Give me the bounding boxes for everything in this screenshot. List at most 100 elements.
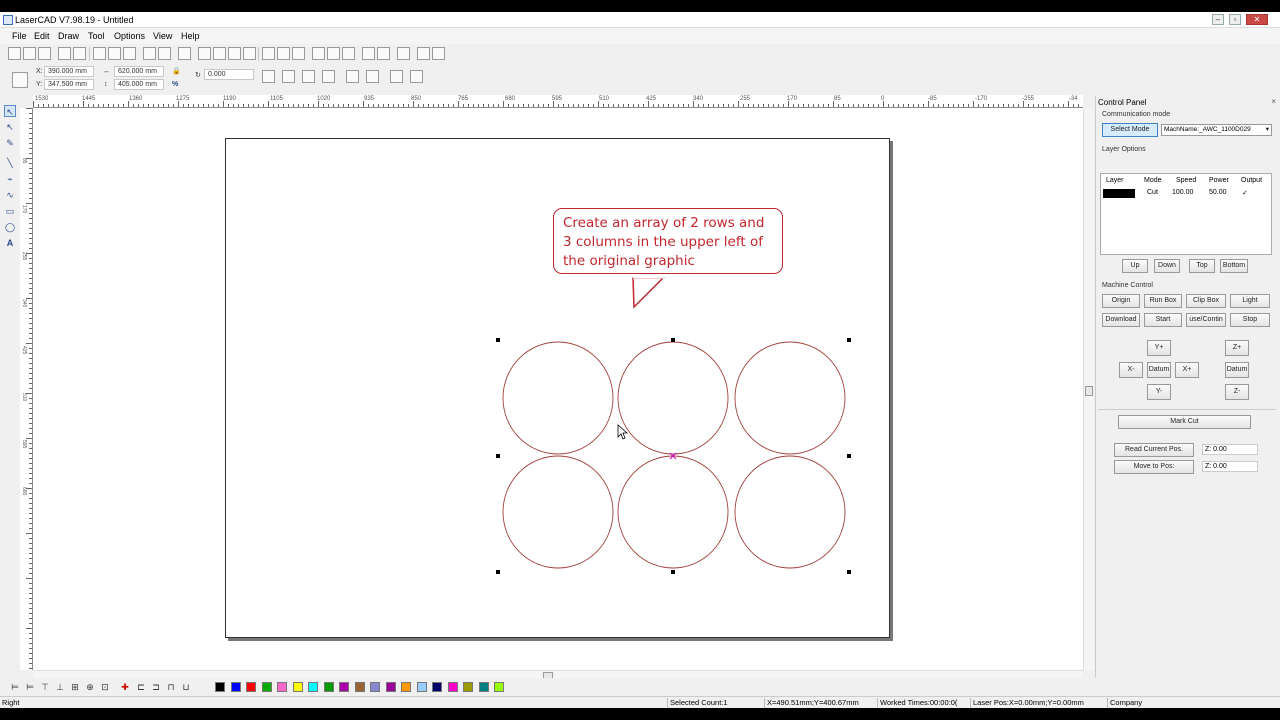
- vertical-scrollbar[interactable]: [1083, 108, 1094, 670]
- menu-help[interactable]: Help: [181, 31, 200, 41]
- menu-edit[interactable]: Edit: [34, 31, 50, 41]
- layer-power-cell[interactable]: 50.00: [1209, 189, 1227, 196]
- cut-icon[interactable]: [93, 47, 106, 60]
- circle-shape[interactable]: [734, 341, 846, 455]
- z-datum-button[interactable]: Datum: [1225, 362, 1249, 378]
- layer-mode-cell[interactable]: Cut: [1147, 189, 1158, 196]
- ellipse-icon[interactable]: ◯: [4, 221, 16, 233]
- cut-order-icon[interactable]: [377, 47, 390, 60]
- layer-bottom-button[interactable]: Bottom: [1220, 259, 1248, 273]
- selection-handle[interactable]: [671, 570, 675, 574]
- same-width-icon[interactable]: ⊏: [136, 682, 146, 692]
- circle-shape[interactable]: [502, 455, 614, 569]
- distribute-icon[interactable]: ⊔: [181, 682, 191, 692]
- select-mode-button[interactable]: Select Mode: [1102, 123, 1158, 137]
- datum-button[interactable]: Datum: [1147, 362, 1171, 378]
- pen-icon[interactable]: ✎: [4, 137, 16, 149]
- redo-icon[interactable]: [158, 47, 171, 60]
- mirror-horizontal-icon[interactable]: [262, 70, 275, 83]
- rectangle-icon[interactable]: ▭: [4, 205, 16, 217]
- height-field[interactable]: 405.000 mm: [114, 79, 164, 90]
- zoom-out-icon[interactable]: [213, 47, 226, 60]
- color-swatch[interactable]: [370, 682, 380, 692]
- selection-handle[interactable]: [496, 338, 500, 342]
- array-icon[interactable]: [327, 47, 340, 60]
- vertical-scroll-thumb[interactable]: [1085, 386, 1093, 396]
- menu-tool[interactable]: Tool: [88, 31, 105, 41]
- open-file-icon[interactable]: [23, 47, 36, 60]
- selection-handle[interactable]: [847, 570, 851, 574]
- layer-output-checkbox[interactable]: ✓: [1242, 189, 1248, 197]
- color-swatch[interactable]: [215, 682, 225, 692]
- stop-button[interactable]: Stop: [1230, 313, 1270, 327]
- align-left-icon[interactable]: ⊨: [10, 682, 20, 692]
- selection-handle[interactable]: [847, 454, 851, 458]
- export-icon[interactable]: [73, 47, 86, 60]
- copy-icon[interactable]: [108, 47, 121, 60]
- z-read-field[interactable]: Z: 0.00: [1202, 444, 1258, 455]
- move-to-pos-button[interactable]: Move to Pos:: [1114, 460, 1194, 474]
- mark-cut-button[interactable]: Mark Cut: [1118, 415, 1251, 429]
- pause-continue-button[interactable]: use/Contin: [1186, 313, 1226, 327]
- jog-y-minus-button[interactable]: Y-: [1147, 384, 1171, 400]
- drawing-canvas[interactable]: Create an array of 2 rows and 3 columns …: [33, 108, 1083, 670]
- distribute-icon[interactable]: [322, 70, 335, 83]
- align-center-icon[interactable]: ⊞: [70, 682, 80, 692]
- circle-shape[interactable]: [734, 455, 846, 569]
- undo-icon[interactable]: [143, 47, 156, 60]
- menu-draw[interactable]: Draw: [58, 31, 79, 41]
- text-icon[interactable]: A: [4, 237, 16, 249]
- percent-toggle[interactable]: %: [172, 81, 178, 88]
- color-swatch[interactable]: [230, 682, 241, 692]
- same-height-icon[interactable]: ⊐: [151, 682, 161, 692]
- align-middle-icon[interactable]: ⊕: [85, 682, 95, 692]
- zoom-window-icon[interactable]: [228, 47, 241, 60]
- curve-icon[interactable]: ∿: [4, 189, 16, 201]
- select-arrow-icon[interactable]: ↖: [4, 105, 16, 117]
- simulate-icon[interactable]: [432, 47, 445, 60]
- x-position-field[interactable]: 390.000 mm: [44, 66, 94, 77]
- lock-ratio-icon[interactable]: 🔒: [172, 67, 181, 75]
- align-left-icon[interactable]: [366, 70, 379, 83]
- layer-color-swatch[interactable]: [1103, 189, 1135, 198]
- circle-shape[interactable]: [617, 341, 729, 455]
- circle-shape[interactable]: [502, 341, 614, 455]
- close-curve-icon[interactable]: [292, 47, 305, 60]
- close-window-button[interactable]: ✕: [1246, 14, 1268, 25]
- jog-z-plus-button[interactable]: Z+: [1225, 340, 1249, 356]
- jog-y-plus-button[interactable]: Y+: [1147, 340, 1171, 356]
- read-current-pos-button[interactable]: Read Current Pos.: [1114, 443, 1194, 457]
- weld-icon[interactable]: [397, 47, 410, 60]
- color-swatch[interactable]: [416, 682, 427, 692]
- mirror-vertical-icon[interactable]: [282, 70, 295, 83]
- minimize-button[interactable]: –: [1212, 14, 1224, 25]
- align-page-icon[interactable]: ⊡: [100, 682, 110, 692]
- control-panel-close-icon[interactable]: ×: [1271, 97, 1276, 106]
- z-move-field[interactable]: Z: 0.00: [1202, 461, 1258, 472]
- zoom-page-icon[interactable]: [243, 47, 256, 60]
- light-button[interactable]: Light: [1230, 294, 1270, 308]
- y-position-field[interactable]: 347.500 mm: [44, 79, 94, 90]
- color-swatch[interactable]: [261, 682, 272, 692]
- clip-box-button[interactable]: Clip Box: [1186, 294, 1226, 308]
- jog-x-plus-button[interactable]: X+: [1175, 362, 1199, 378]
- color-swatch[interactable]: [292, 682, 303, 692]
- paste-icon[interactable]: [123, 47, 136, 60]
- node-select-icon[interactable]: ↖: [4, 121, 16, 133]
- pan-hand-icon[interactable]: [178, 47, 191, 60]
- run-box-button[interactable]: Run Box: [1144, 294, 1182, 308]
- color-swatch[interactable]: [463, 682, 473, 692]
- circle-shape[interactable]: [617, 455, 729, 569]
- menu-file[interactable]: File: [12, 31, 27, 41]
- width-field[interactable]: 620.000 mm: [114, 66, 164, 77]
- layer-up-button[interactable]: Up: [1122, 259, 1148, 273]
- jog-z-minus-button[interactable]: Z-: [1225, 384, 1249, 400]
- maximize-button[interactable]: ▫: [1229, 14, 1241, 25]
- data-check-icon[interactable]: [342, 47, 355, 60]
- color-swatch[interactable]: [354, 682, 365, 692]
- node-edit-icon[interactable]: [262, 47, 275, 60]
- color-swatch[interactable]: [339, 682, 349, 692]
- smooth-icon[interactable]: [277, 47, 290, 60]
- color-swatch[interactable]: [323, 682, 334, 692]
- layer-top-button[interactable]: Top: [1189, 259, 1215, 273]
